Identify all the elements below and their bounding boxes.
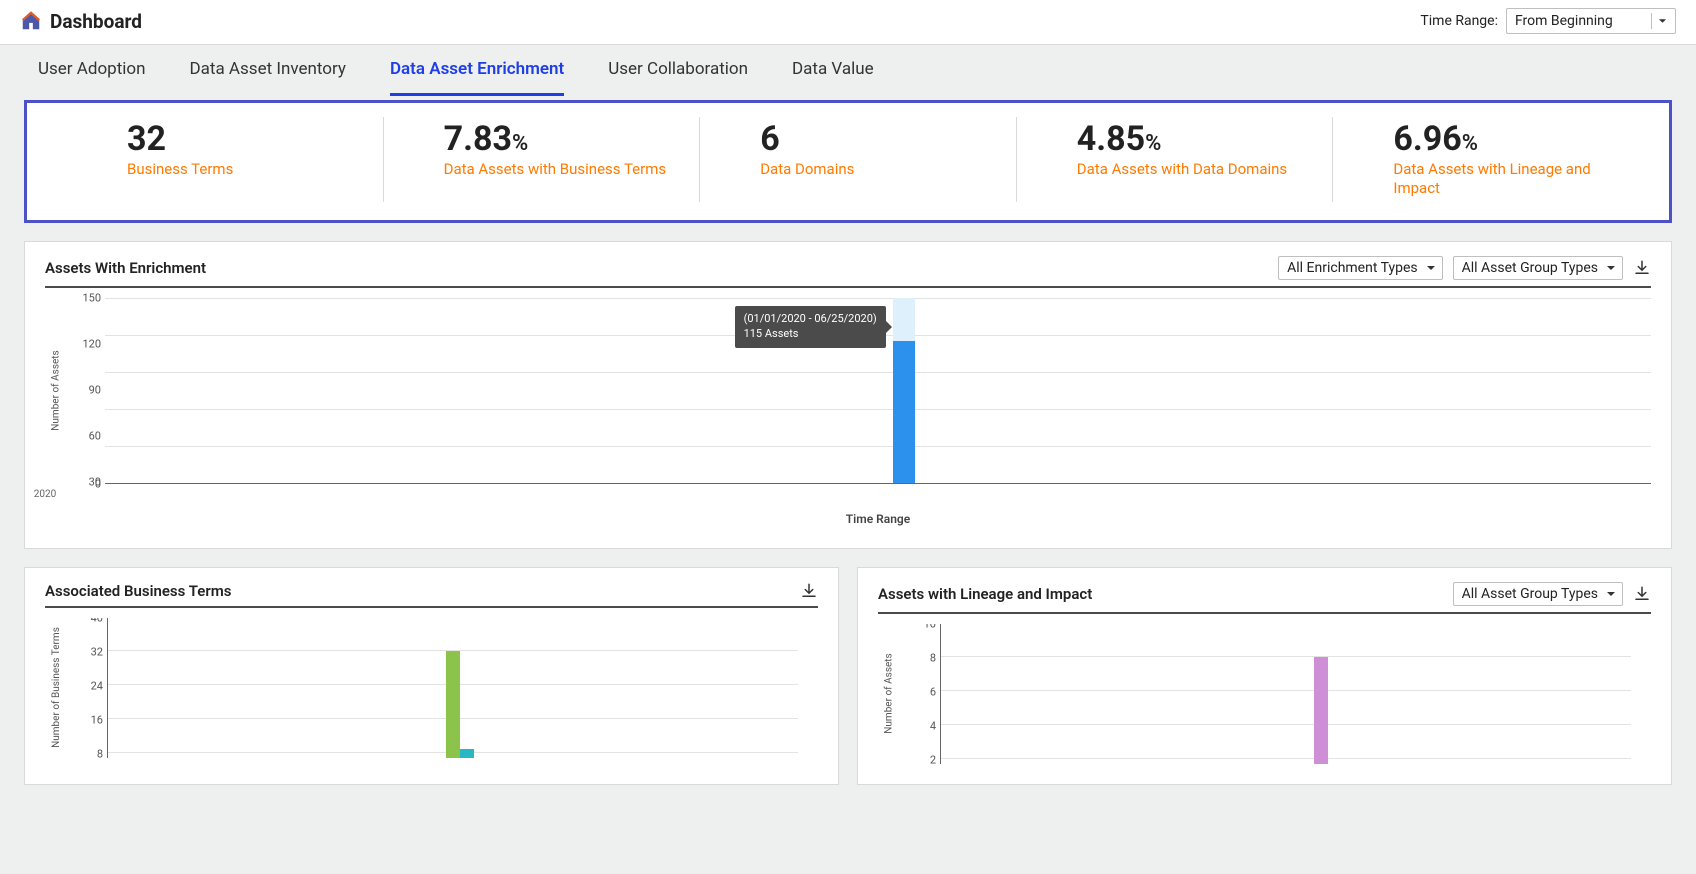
time-range-value: From Beginning xyxy=(1515,13,1613,29)
page-header: Dashboard Time Range: From Beginning xyxy=(0,0,1696,44)
tab-data-asset-enrichment[interactable]: Data Asset Enrichment xyxy=(390,59,564,96)
content-area: User Adoption Data Asset Inventory Data … xyxy=(0,44,1696,874)
card-title: Associated Business Terms xyxy=(45,582,231,600)
kpi-assets-business-terms: 7.83% Data Assets with Business Terms xyxy=(383,117,700,202)
home-icon xyxy=(20,10,42,32)
time-range-label: Time Range: xyxy=(1420,13,1498,29)
chevron-down-icon xyxy=(1606,589,1616,599)
kpi-data-domains: 6 Data Domains xyxy=(699,117,1016,202)
chart-bar-series-a[interactable] xyxy=(1314,657,1328,764)
download-icon[interactable] xyxy=(1633,259,1651,277)
chevron-down-icon xyxy=(1426,263,1436,273)
kpi-business-terms: 32 Business Terms xyxy=(47,117,383,202)
chart-tooltip: (01/01/2020 - 06/25/2020) 115 Assets xyxy=(735,306,886,348)
asset-group-type-select[interactable]: All Asset Group Types xyxy=(1453,582,1623,606)
download-icon[interactable] xyxy=(800,582,818,600)
chart-bar-series-b[interactable] xyxy=(460,749,474,758)
y-axis-label: Number of Assets xyxy=(45,298,67,484)
y-axis-label: Number of Assets xyxy=(878,624,900,764)
y-axis-label: Number of Business Terms xyxy=(45,618,67,758)
tab-user-collaboration[interactable]: User Collaboration xyxy=(608,59,748,96)
kpi-assets-lineage-impact: 6.96% Data Assets with Lineage and Impac… xyxy=(1332,117,1649,202)
card-title: Assets With Enrichment xyxy=(45,259,206,277)
enrichment-type-select[interactable]: All Enrichment Types xyxy=(1278,256,1443,280)
kpi-assets-data-domains: 4.85% Data Assets with Data Domains xyxy=(1016,117,1333,202)
tab-data-asset-inventory[interactable]: Data Asset Inventory xyxy=(190,59,346,96)
chart-assets-lineage-impact: Number of Assets 10 8 6 4 2 xyxy=(878,624,1651,764)
page-title: Dashboard xyxy=(50,10,142,33)
chart-associated-business-terms: Number of Business Terms 40 32 24 16 8 xyxy=(45,618,818,758)
chevron-down-icon xyxy=(1606,263,1616,273)
asset-group-type-select[interactable]: All Asset Group Types xyxy=(1453,256,1623,280)
chart-bar-value[interactable] xyxy=(893,341,915,483)
kpi-panel: 32 Business Terms 7.83% Data Assets with… xyxy=(24,100,1672,223)
tab-data-value[interactable]: Data Value xyxy=(792,59,874,96)
chart-assets-with-enrichment: Number of Assets 150 120 90 60 30 0 (01/… xyxy=(45,298,1651,528)
tabs-bar: User Adoption Data Asset Inventory Data … xyxy=(0,45,1696,96)
time-range-select[interactable]: From Beginning xyxy=(1506,8,1676,34)
card-assets-with-enrichment: Assets With Enrichment All Enrichment Ty… xyxy=(24,241,1672,549)
card-title: Assets with Lineage and Impact xyxy=(878,585,1092,603)
card-assets-lineage-impact: Assets with Lineage and Impact All Asset… xyxy=(857,567,1672,785)
chart-bar-series-a[interactable] xyxy=(446,651,460,758)
chevron-down-icon xyxy=(1651,13,1667,29)
tab-user-adoption[interactable]: User Adoption xyxy=(38,59,146,96)
x-axis-label: Time Range xyxy=(105,512,1651,526)
card-associated-business-terms: Associated Business Terms Number of Busi… xyxy=(24,567,839,785)
download-icon[interactable] xyxy=(1633,585,1651,603)
x-tick: 2020 xyxy=(34,489,56,500)
